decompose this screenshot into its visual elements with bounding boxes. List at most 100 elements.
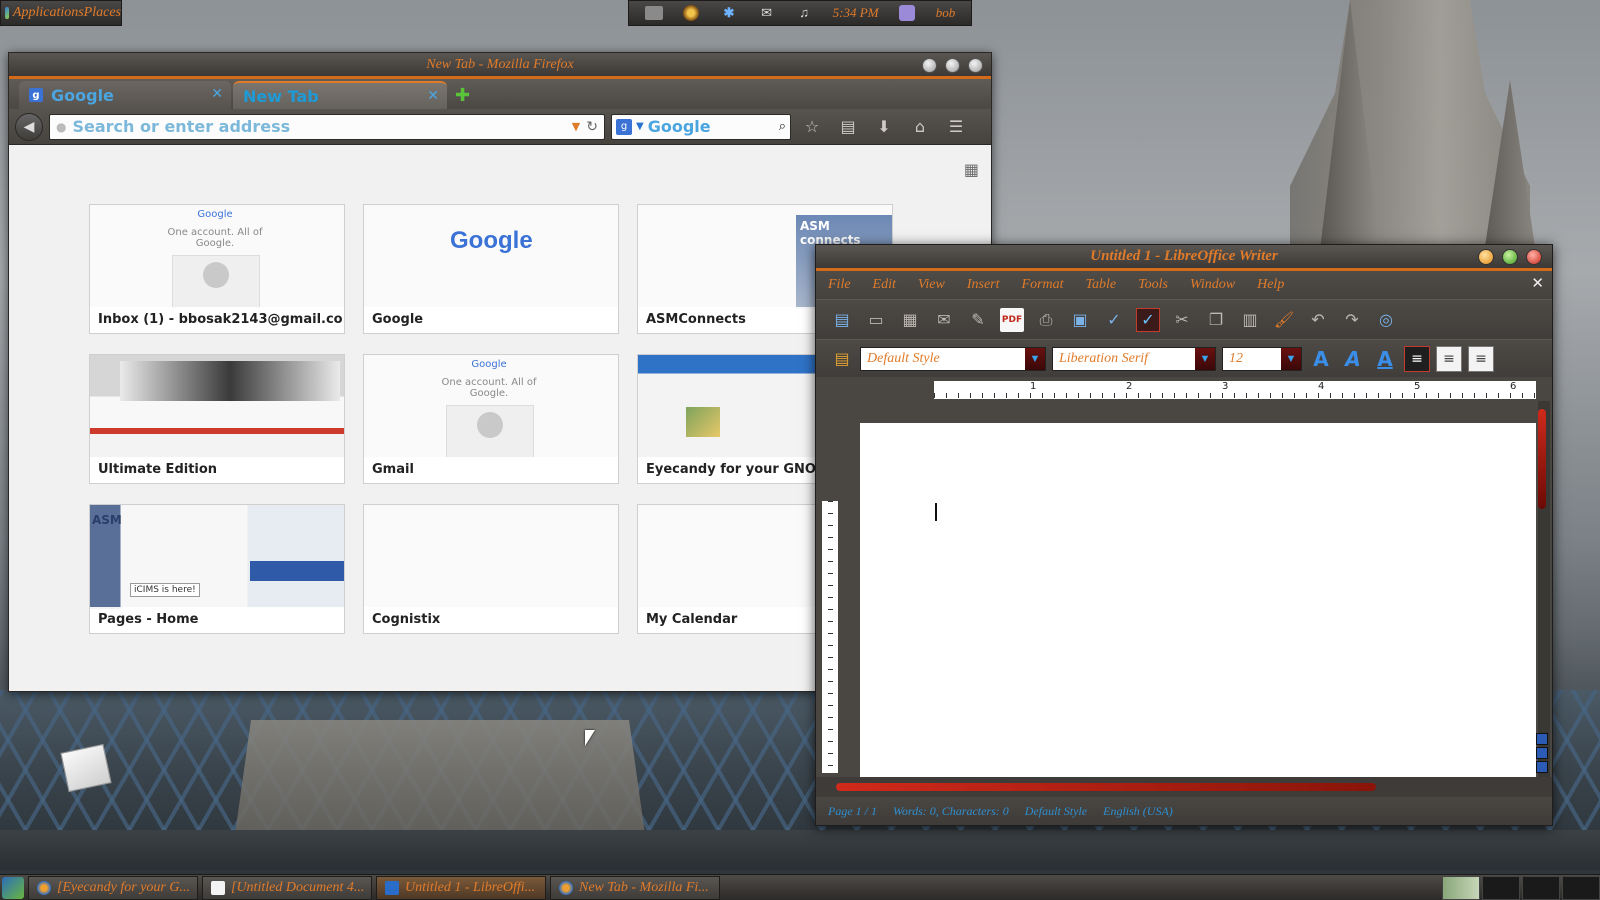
navigator-icon[interactable]: ◎ <box>1374 308 1398 332</box>
user-menu[interactable]: bob <box>936 5 956 21</box>
edit-mode-icon[interactable]: ✎ <box>966 308 990 332</box>
underline-icon[interactable]: A <box>1372 346 1398 372</box>
search-bar[interactable]: g ▼ ⌕ <box>611 113 791 140</box>
maximize-button[interactable] <box>945 58 960 73</box>
workspace-2[interactable] <box>1482 876 1520 900</box>
top-site-tile[interactable]: Google One account. All of Google. Inbox… <box>89 204 345 334</box>
keyboard-icon[interactable] <box>644 5 663 21</box>
taskbar-item[interactable]: [Untitled Document 4... <box>202 875 372 900</box>
bluetooth-icon[interactable]: ✱ <box>720 5 738 21</box>
taskbar-item[interactable]: [Eyecandy for your G... <box>28 875 198 900</box>
align-right-icon[interactable]: ≡ <box>1468 345 1494 372</box>
tab-new-tab[interactable]: New Tab ✕ <box>233 81 447 109</box>
menu-file[interactable]: File <box>828 277 851 293</box>
previous-page-icon[interactable] <box>1536 733 1548 745</box>
search-icon[interactable]: ⌕ <box>779 119 786 134</box>
url-bar[interactable]: ● ▼ ↻ <box>49 113 605 140</box>
new-document-icon[interactable]: ▤ <box>830 308 854 332</box>
applications-places-menu[interactable]: ApplicationsPlaces <box>0 0 122 26</box>
downloads-icon[interactable]: ⬇ <box>869 114 899 140</box>
workspace-4[interactable] <box>1562 876 1600 900</box>
paragraph-style-select[interactable]: Default Style ▼ <box>860 346 1046 371</box>
menu-help[interactable]: Help <box>1257 277 1284 293</box>
cut-icon[interactable]: ✂ <box>1170 308 1194 332</box>
scrollbar-thumb[interactable] <box>1538 409 1546 509</box>
identity-icon[interactable]: ● <box>56 120 66 134</box>
workspace-3[interactable] <box>1522 876 1560 900</box>
page-style[interactable]: Default Style <box>1025 804 1087 819</box>
maximize-button[interactable] <box>1502 249 1518 265</box>
navigation-icon[interactable] <box>1536 747 1548 759</box>
update-icon[interactable] <box>682 5 700 21</box>
menu-window[interactable]: Window <box>1190 277 1235 293</box>
reload-icon[interactable]: ↻ <box>586 119 598 135</box>
align-left-icon[interactable]: ≡ <box>1404 345 1430 372</box>
bookmarks-list-icon[interactable]: ▤ <box>833 114 863 140</box>
scrollbar-thumb[interactable] <box>836 783 1376 791</box>
paste-icon[interactable]: ▥ <box>1238 308 1262 332</box>
close-button[interactable] <box>968 58 983 73</box>
search-input[interactable] <box>647 117 775 136</box>
export-pdf-icon[interactable]: PDF <box>1000 307 1024 332</box>
clock[interactable]: 5:34 PM <box>833 5 879 21</box>
network-icon[interactable]: ♫ <box>795 5 813 21</box>
firefox-titlebar[interactable]: New Tab - Mozilla Firefox <box>9 53 991 79</box>
menu-table[interactable]: Table <box>1086 277 1117 293</box>
font-size-select[interactable]: 12 ▼ <box>1222 346 1302 371</box>
url-dropdown-icon[interactable]: ▼ <box>572 120 580 133</box>
top-site-tile[interactable]: Ultimate Edition <box>89 354 345 484</box>
vertical-scrollbar[interactable] <box>1536 401 1550 777</box>
horizontal-ruler[interactable]: 1 2 3 4 5 6 <box>816 379 1552 401</box>
url-input[interactable] <box>72 117 566 136</box>
hamburger-menu-icon[interactable]: ☰ <box>941 114 971 140</box>
close-document-icon[interactable]: ✕ <box>1531 274 1544 293</box>
writer-titlebar[interactable]: Untitled 1 - LibreOffice Writer <box>816 245 1552 271</box>
language[interactable]: English (USA) <box>1103 804 1173 819</box>
menu-edit[interactable]: Edit <box>873 277 896 293</box>
font-name-select[interactable]: Liberation Serif ▼ <box>1052 346 1216 371</box>
desktop-document-icon[interactable] <box>60 743 114 796</box>
undo-icon[interactable]: ↶ <box>1306 308 1330 332</box>
search-engine-dropdown-icon[interactable]: ▼ <box>636 121 644 132</box>
workspace-1[interactable] <box>1442 876 1480 900</box>
close-tab-icon[interactable]: ✕ <box>211 86 223 102</box>
bookmark-star-icon[interactable]: ☆ <box>797 114 827 140</box>
print-preview-icon[interactable]: ▣ <box>1068 308 1092 332</box>
chevron-down-icon[interactable]: ▼ <box>1025 347 1045 370</box>
menu-view[interactable]: View <box>918 277 945 293</box>
document-page[interactable] <box>860 423 1536 777</box>
clone-formatting-icon[interactable]: 🖌 <box>1272 308 1296 332</box>
bold-icon[interactable]: A <box>1308 346 1334 372</box>
taskbar-item[interactable]: Untitled 1 - LibreOffi... <box>376 875 546 900</box>
vpn-icon[interactable] <box>898 5 916 21</box>
spellcheck-icon[interactable]: ✓ <box>1102 308 1126 332</box>
chevron-down-icon[interactable]: ▼ <box>1281 347 1301 370</box>
vertical-ruler[interactable] <box>822 501 838 773</box>
show-desktop-icon[interactable] <box>2 876 24 899</box>
close-tab-icon[interactable]: ✕ <box>427 88 439 104</box>
home-icon[interactable]: ⌂ <box>905 114 935 140</box>
menu-tools[interactable]: Tools <box>1138 277 1168 293</box>
email-icon[interactable]: ✉ <box>932 308 956 332</box>
top-site-tile[interactable]: Google One account. All of Google. Gmail <box>363 354 619 484</box>
taskbar-item[interactable]: New Tab - Mozilla Fi... <box>550 875 720 900</box>
tab-google[interactable]: g Google ✕ <box>19 81 231 109</box>
minimize-button[interactable] <box>1478 249 1494 265</box>
mail-icon[interactable]: ✉ <box>758 5 776 21</box>
back-arrow-icon[interactable]: ◀ <box>15 112 43 141</box>
open-icon[interactable]: ▭ <box>864 308 888 332</box>
save-icon[interactable]: ▦ <box>898 308 922 332</box>
copy-icon[interactable]: ❐ <box>1204 308 1228 332</box>
auto-spellcheck-icon[interactable]: ✓ <box>1136 307 1160 332</box>
close-button[interactable] <box>1526 249 1542 265</box>
top-site-tile[interactable]: Google Google <box>363 204 619 334</box>
next-page-icon[interactable] <box>1536 761 1548 773</box>
horizontal-scrollbar[interactable] <box>816 777 1552 797</box>
menu-insert[interactable]: Insert <box>967 277 1000 293</box>
search-engine-icon[interactable]: g <box>616 118 632 135</box>
align-center-icon[interactable]: ≡ <box>1436 345 1462 372</box>
new-tab-plus-icon[interactable]: ✚ <box>455 85 470 106</box>
redo-icon[interactable]: ↷ <box>1340 308 1364 332</box>
minimize-button[interactable] <box>922 58 937 73</box>
print-icon[interactable]: ⎙ <box>1034 308 1058 332</box>
